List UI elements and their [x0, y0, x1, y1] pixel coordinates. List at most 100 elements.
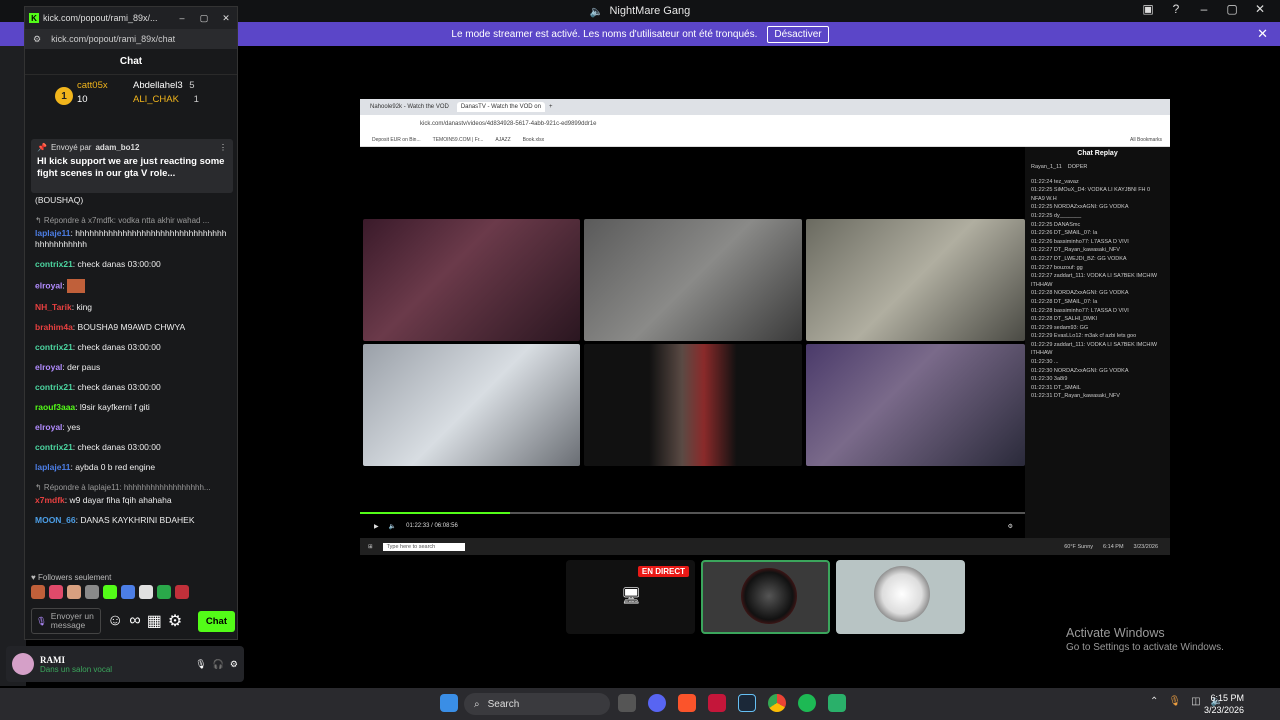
avatar[interactable] — [12, 653, 34, 675]
popout-url-bar[interactable]: ⚙ kick.com/popout/rami_89x/chat — [25, 29, 237, 49]
browser-address-bar[interactable]: kick.com/danastv/videos/4d834928-5617-4a… — [360, 115, 1170, 133]
brave-icon[interactable] — [678, 694, 696, 712]
message-text: (BOUSHAQ) — [35, 195, 84, 205]
message-user[interactable]: elroyal — [35, 280, 62, 290]
mic-tray-icon[interactable]: 🎙 — [1168, 696, 1181, 707]
headphones-icon[interactable]: 🎧 — [213, 659, 224, 670]
volume-icon[interactable]: 🔈 — [389, 523, 396, 530]
more-icon[interactable]: ⋮ — [219, 143, 227, 152]
settings-icon[interactable]: ⚙ — [168, 611, 182, 631]
send-chat-button[interactable]: Chat — [197, 610, 235, 632]
message-user[interactable]: laplaje11 — [35, 462, 70, 472]
emote-bar — [31, 585, 189, 599]
leader-count: 5 — [189, 80, 195, 91]
reply-reference[interactable]: ↰ Répondre à x7mdfk: vodka ntta akhir wa… — [35, 215, 229, 226]
settings-icon[interactable]: ⚙ — [1008, 523, 1013, 530]
bookmark[interactable]: Deposit EUR on Bin... — [372, 137, 421, 143]
task-view-icon[interactable] — [618, 694, 636, 712]
message-user[interactable]: MOON_66 — [35, 515, 76, 525]
play-icon[interactable]: ▶ — [374, 523, 379, 530]
popout-url: kick.com/popout/rami_89x/chat — [51, 34, 176, 44]
network-icon[interactable]: ◫ — [1191, 696, 1200, 707]
emote[interactable] — [85, 585, 99, 599]
chat-messages: (BOUSHAQ) ↰ Répondre à x7mdfk: vodka ntt… — [25, 195, 239, 535]
inbox-icon[interactable]: ▣ — [1134, 2, 1162, 16]
participant-tile[interactable] — [701, 560, 830, 634]
followers-only-label: ♥ Followers seulement — [31, 573, 112, 582]
emote[interactable] — [67, 585, 81, 599]
browser-tabs: Nahoole92k - Watch the VOD DanasTV - Wat… — [360, 99, 1170, 115]
browser-tab[interactable]: Nahoole92k - Watch the VOD — [366, 102, 453, 112]
close-button[interactable]: ✕ — [215, 13, 237, 24]
emote[interactable] — [121, 585, 135, 599]
microphone-icon[interactable]: 🎙 — [195, 659, 206, 670]
replay-line: 01:22:29 EvasLLo12: m3ak cf azbi lets go… — [1031, 333, 1137, 340]
message-user[interactable]: elroyal — [35, 422, 62, 432]
bookmark[interactable]: AJAZZ — [495, 137, 510, 143]
pin-icon: 📌 — [37, 143, 47, 152]
taskbar-icons — [440, 694, 458, 712]
discord-icon[interactable] — [648, 694, 666, 712]
maximize-button[interactable]: ▢ — [1218, 2, 1246, 16]
emote[interactable] — [139, 585, 153, 599]
close-button[interactable]: ✕ — [1246, 2, 1274, 16]
disable-streamer-button[interactable]: Désactiver — [767, 25, 829, 43]
message-user[interactable]: elroyal — [35, 362, 62, 372]
participant-tile[interactable] — [836, 560, 965, 634]
bookmark[interactable]: TEMOIN59.COM | Fr... — [433, 137, 484, 143]
replay-line: 01:22:28 DT_SALHI_DMKI — [1031, 316, 1098, 323]
emote-picker-icon[interactable]: ☺ — [107, 612, 123, 630]
voice-username: RAMI — [40, 654, 65, 665]
video-area[interactable] — [360, 147, 1025, 514]
taskbar-clock[interactable]: 6:15 PM 3/23/2026 — [1204, 692, 1244, 716]
message-user[interactable]: laplaje11 — [35, 228, 70, 238]
all-bookmarks[interactable]: All Bookmarks — [1130, 137, 1162, 143]
emote[interactable] — [49, 585, 63, 599]
adobe-icon[interactable] — [708, 694, 726, 712]
start-icon[interactable] — [440, 694, 458, 712]
store-icon[interactable]: ▦ — [147, 611, 162, 631]
emote[interactable] — [31, 585, 45, 599]
taskbar-search-text: Search — [487, 698, 520, 710]
steam-icon[interactable] — [738, 694, 756, 712]
emote[interactable] — [175, 585, 189, 599]
windows-icon: ⊞ — [368, 543, 373, 550]
app-icon[interactable] — [828, 694, 846, 712]
chevron-up-icon[interactable]: ⌃ — [1150, 696, 1158, 707]
spotify-icon[interactable] — [798, 694, 816, 712]
bookmark[interactable]: Book.xlsx — [523, 137, 544, 143]
taskbar-search[interactable]: ⌕ Search — [464, 693, 610, 715]
emote[interactable] — [157, 585, 171, 599]
chat-input[interactable]: 🎙 Envoyer un message — [31, 608, 101, 634]
pinned-message[interactable]: 📌 Envoyé par adam_bo12 ⋮ HI kick support… — [31, 139, 233, 193]
minimize-button[interactable]: – — [171, 13, 193, 24]
pinned-meta: 📌 Envoyé par adam_bo12 ⋮ — [37, 143, 227, 152]
message-user[interactable]: contrix21 — [35, 382, 73, 392]
site-settings-icon[interactable]: ⚙ — [33, 34, 41, 45]
chrome-icon[interactable] — [768, 694, 786, 712]
message-user[interactable]: raouf3aaa — [35, 402, 75, 412]
browser-tab-active[interactable]: DanasTV - Watch the VOD on — [456, 102, 545, 112]
close-banner-icon[interactable]: ✕ — [1257, 26, 1268, 42]
message-user[interactable]: contrix21 — [35, 442, 73, 452]
emote[interactable] — [103, 585, 117, 599]
message-user[interactable]: NH_Tarik — [35, 302, 72, 312]
volume-icon: 🔈 — [589, 5, 604, 18]
new-tab-icon[interactable]: + — [549, 104, 553, 110]
user-settings-icon[interactable]: ⚙ — [230, 659, 238, 670]
followers-text: Followers seulement — [37, 573, 112, 582]
infinity-icon[interactable]: ∞ — [129, 612, 140, 630]
window-controls: ▣ ? – ▢ ✕ — [1134, 2, 1274, 16]
mic-icon[interactable]: 🎙 — [36, 616, 47, 626]
reply-reference[interactable]: ↰ Répondre à laplaje11: hhhhhhhhhhhhhhhh… — [35, 482, 229, 493]
help-icon[interactable]: ? — [1162, 2, 1190, 16]
live-badge: EN DIRECT — [637, 566, 689, 577]
maximize-button[interactable]: ▢ — [193, 13, 215, 24]
screen-share-tile[interactable]: EN DIRECT 🖥 — [566, 560, 695, 634]
message-user[interactable]: contrix21 — [35, 259, 73, 269]
minimize-button[interactable]: – — [1190, 2, 1218, 16]
message-user[interactable]: x7mdfk — [35, 495, 65, 505]
message-user[interactable]: brahim4a — [35, 322, 73, 332]
replay-line: 01:22:27 bouzouf: gg — [1031, 264, 1083, 271]
message-user[interactable]: contrix21 — [35, 342, 73, 352]
